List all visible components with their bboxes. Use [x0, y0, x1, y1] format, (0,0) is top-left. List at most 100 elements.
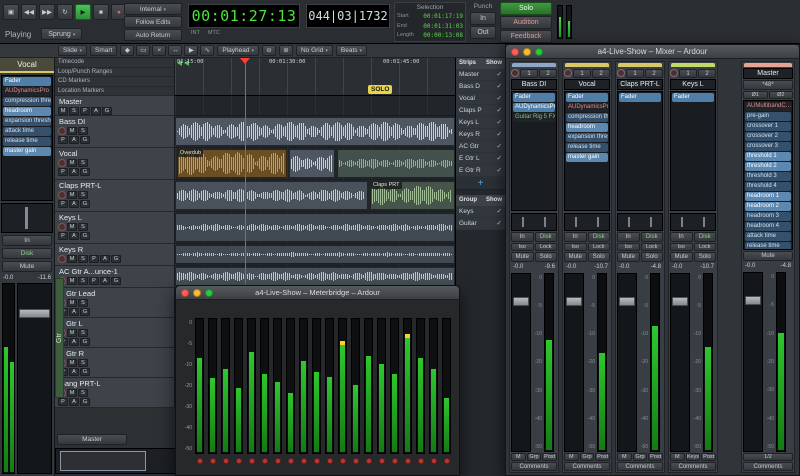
zoom-focus-button[interactable]: Playhead [217, 45, 259, 56]
gain-display[interactable]: -0.0 [3, 273, 13, 283]
comments-button[interactable]: Comments [670, 462, 716, 471]
track-solo-button[interactable]: S [78, 359, 88, 367]
track-header-keys-r[interactable]: Keys RMSPAG [55, 244, 175, 266]
gain-display[interactable]: -0.0 [672, 263, 682, 272]
group-button[interactable]: G [80, 232, 90, 240]
processor-fader[interactable]: Fader [619, 93, 661, 102]
audio-region[interactable] [175, 267, 455, 286]
record-enable-button[interactable] [617, 69, 625, 77]
metering-point-button[interactable]: Post [701, 453, 717, 461]
audio-region[interactable]: Overdub [177, 149, 287, 178]
processor-expansion-threshold[interactable]: expansion threshold [3, 117, 51, 126]
solo-lock-button[interactable]: Lock [534, 243, 557, 251]
monitor-disk-button[interactable]: Disk [640, 232, 663, 242]
peak-display[interactable]: -10.7 [700, 263, 714, 272]
record-arm-button[interactable] [58, 191, 66, 199]
close-button[interactable] [181, 289, 189, 297]
strip-name-button[interactable]: Vocal [564, 79, 610, 90]
fader-handle[interactable] [566, 297, 582, 306]
io-button-2[interactable]: 2 [645, 68, 663, 78]
bridge-record-button[interactable] [326, 458, 333, 464]
automation-button[interactable]: A [69, 308, 79, 316]
visible-checkmark[interactable]: ✓ [497, 153, 502, 164]
gain-fader[interactable] [564, 273, 584, 452]
processor-pre-gain[interactable]: pre-gain [745, 112, 791, 121]
strip-list-item-keys-r[interactable]: Keys R ✓ [456, 129, 505, 141]
strip-color-tab[interactable] [565, 63, 609, 67]
track-header-bass-di[interactable]: Bass DI M S P A G [55, 116, 175, 148]
metering-point-button[interactable]: Post [595, 453, 611, 461]
processor-release-time[interactable]: release time [745, 242, 791, 249]
primary-clock[interactable]: 00:01:27:13 [188, 4, 300, 28]
processor-fader[interactable]: Fader [513, 93, 555, 102]
solo-isolate-button[interactable]: Iso [564, 243, 587, 251]
gain-fader[interactable] [511, 273, 531, 452]
minimize-button[interactable] [193, 289, 201, 297]
cut-tool-button[interactable]: × [152, 45, 167, 56]
processor-threshold-4[interactable]: threshold 4 [745, 182, 791, 191]
group-tab-gtr[interactable]: Gtr [55, 278, 64, 398]
mixer-titlebar[interactable]: a4-Live-Show – Mixer – Ardour [506, 45, 799, 59]
track-mute-button[interactable]: M [67, 255, 77, 263]
automation-button[interactable]: A [100, 277, 110, 285]
strip-list-item-keys-l[interactable]: Keys L ✓ [456, 117, 505, 129]
visible-checkmark[interactable]: ✓ [497, 117, 502, 128]
group-button[interactable]: Grp [526, 453, 542, 461]
group-button[interactable]: G [111, 277, 121, 285]
draw-tool-button[interactable]: ∿ [200, 45, 215, 56]
visible-checkmark[interactable]: ✓ [497, 93, 502, 104]
group-button[interactable]: G [102, 107, 112, 115]
midi-panic-button[interactable]: ▣ [3, 4, 19, 20]
visible-checkmark[interactable]: ✓ [497, 218, 502, 229]
selection-start-value[interactable]: 00:01:17:19 [423, 12, 463, 22]
bridge-record-button[interactable] [248, 458, 255, 464]
automation-button[interactable]: A [69, 398, 79, 406]
track-solo-button[interactable]: S [78, 299, 88, 307]
close-button[interactable] [511, 48, 519, 56]
monitor-input-button[interactable]: In [2, 235, 52, 246]
playlist-button[interactable]: P [58, 232, 68, 240]
gain-fader[interactable] [743, 272, 763, 452]
bridge-record-button[interactable] [430, 458, 437, 464]
bridge-record-button[interactable] [209, 458, 216, 464]
goto-end-button[interactable]: ▶▶ [39, 4, 55, 20]
processor-fader[interactable]: Fader [566, 93, 608, 102]
strip-list-item-vocal[interactable]: Vocal ✓ [456, 93, 505, 105]
gain-fader[interactable] [617, 273, 637, 452]
snap-unit-button[interactable]: Beats [335, 45, 368, 56]
track-solo-button[interactable]: S [78, 191, 88, 199]
strip-list-item-claps-p[interactable]: Claps P ✓ [456, 105, 505, 117]
bridge-record-button[interactable] [378, 458, 385, 464]
group-button[interactable]: G [111, 255, 121, 263]
peak-display[interactable]: -4.8 [781, 262, 791, 271]
bridge-record-button[interactable] [274, 458, 281, 464]
processor-threshold-1[interactable]: threshold 1 [745, 152, 791, 161]
automation-button[interactable]: A [91, 107, 101, 115]
processor-release-time[interactable]: release time [3, 137, 51, 146]
audio-region[interactable] [175, 213, 455, 242]
solo-lock-button[interactable]: Lock [693, 243, 716, 251]
strip-color-tab[interactable] [512, 63, 556, 67]
processor-headroom-4[interactable]: headroom 4 [745, 222, 791, 231]
processor-master-gain[interactable]: master gain [566, 153, 608, 162]
punch-out-button[interactable]: Out [470, 26, 496, 39]
processor-headroom[interactable]: headroom [3, 107, 51, 116]
gain-fader[interactable] [17, 283, 52, 474]
processor-audynamicspro[interactable]: AUDynamicsPro [3, 87, 51, 96]
track-mute-button[interactable]: M [67, 223, 77, 231]
processor-box[interactable]: FaderAUDynamicsProcompression thresholdh… [1, 75, 53, 201]
fader-handle[interactable] [672, 297, 688, 306]
io-button-1[interactable]: 1 [520, 68, 538, 78]
mute-button[interactable]: Mute [564, 252, 587, 262]
summary-view-rect[interactable] [60, 451, 146, 471]
zoom-window-button[interactable] [535, 48, 543, 56]
track-solo-button[interactable]: S [78, 255, 88, 263]
gain-display[interactable]: -0.0 [566, 263, 576, 272]
zoom-window-button[interactable] [205, 289, 213, 297]
visible-checkmark[interactable]: ✓ [497, 141, 502, 152]
track-solo-button[interactable]: S [78, 159, 88, 167]
goto-start-button[interactable]: ◀◀ [21, 4, 37, 20]
playlist-button[interactable]: P [58, 398, 68, 406]
monitor-input-button[interactable]: In [670, 232, 693, 242]
bridge-record-button[interactable] [417, 458, 424, 464]
